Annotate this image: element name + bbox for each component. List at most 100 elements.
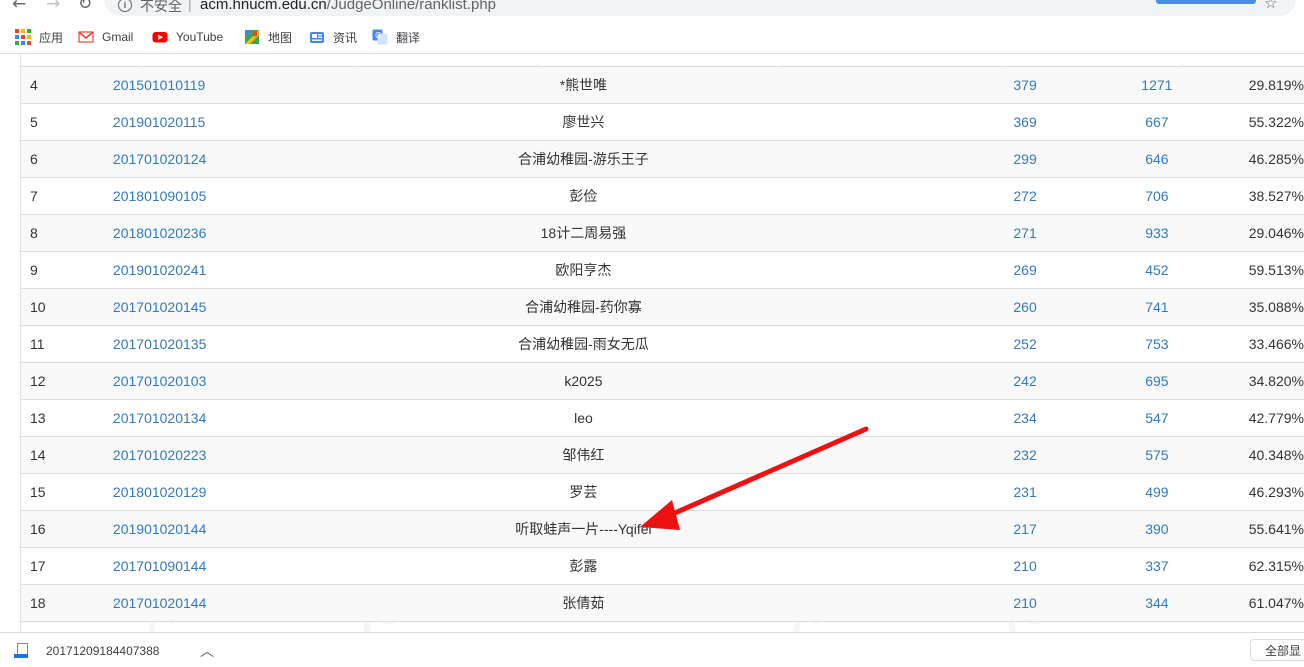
submit-link[interactable]: 337 bbox=[1103, 547, 1211, 585]
solved-link[interactable]: 269 bbox=[857, 251, 1104, 289]
ratio-cell: 38.527% bbox=[1210, 177, 1304, 215]
nickname-cell: *熊世唯 bbox=[309, 66, 858, 104]
solved-link[interactable]: 379 bbox=[857, 66, 1104, 104]
table-row: 18 201701020144 张倩茹 210 344 61.047% bbox=[21, 584, 1304, 622]
table-row: 5 201901020115 廖世兴 369 667 55.322% bbox=[21, 103, 1304, 141]
table-row: 11 201701020135 合浦幼稚园-雨女无瓜 252 753 33.466% bbox=[21, 325, 1304, 363]
download-shelf: 20171209184407388 ︿ 全部显 bbox=[0, 632, 1304, 667]
solved-link[interactable]: 271 bbox=[857, 214, 1104, 252]
nickname-cell: 邹伟红 bbox=[309, 436, 858, 474]
solved-link[interactable]: 210 bbox=[857, 547, 1104, 585]
user-id-link[interactable]: 201901020115 bbox=[112, 103, 310, 141]
bookmarks-bar: 应用 Gmail YouTube 地图 资讯 G 翻译 bbox=[0, 20, 1304, 54]
back-arrow-icon[interactable]: ← bbox=[12, 0, 26, 14]
reload-icon[interactable]: ↻ bbox=[78, 0, 92, 14]
user-id-link[interactable]: 201701020144 bbox=[112, 584, 310, 622]
submit-link[interactable]: 706 bbox=[1103, 177, 1211, 215]
rank-cell: 16 bbox=[21, 510, 113, 548]
nickname-cell: 合浦幼稚园-雨女无瓜 bbox=[309, 325, 858, 363]
solved-link[interactable]: 252 bbox=[857, 325, 1104, 363]
table-row: 8 201801020236 18计二周易强 271 933 29.046% bbox=[21, 214, 1304, 252]
bookmark-news[interactable]: 资讯 bbox=[309, 28, 357, 46]
rank-cell: 17 bbox=[21, 547, 113, 585]
solved-link[interactable]: 260 bbox=[857, 288, 1104, 326]
user-id-link[interactable]: 201701020124 bbox=[112, 140, 310, 178]
submit-link[interactable]: 646 bbox=[1103, 140, 1211, 178]
bookmark-label: 应用 bbox=[39, 30, 64, 45]
ratio-cell: 46.285% bbox=[1210, 140, 1304, 178]
apps-grid-icon bbox=[15, 29, 31, 45]
submit-link[interactable]: 547 bbox=[1103, 399, 1211, 437]
user-id-link[interactable]: 201701020134 bbox=[112, 399, 310, 437]
user-id-link[interactable]: 201801020129 bbox=[112, 473, 310, 511]
table-row: 15 201801020129 罗芸 231 499 46.293% bbox=[21, 473, 1304, 511]
user-id-link[interactable]: 201701020135 bbox=[112, 325, 310, 363]
submit-link[interactable]: 344 bbox=[1103, 584, 1211, 622]
submit-link[interactable]: 390 bbox=[1103, 510, 1211, 548]
user-id-link[interactable]: 201801090105 bbox=[112, 177, 310, 215]
submit-link[interactable]: 1271 bbox=[1103, 66, 1211, 104]
nickname-cell: 18计二周易强 bbox=[309, 214, 858, 252]
user-id-link[interactable]: 201701020103 bbox=[112, 362, 310, 400]
rank-cell: 14 bbox=[21, 436, 113, 474]
user-id-link[interactable]: 201701020223 bbox=[112, 436, 310, 474]
ratio-cell: 40.348% bbox=[1210, 436, 1304, 474]
user-id-link[interactable]: 201901020144 bbox=[112, 510, 310, 548]
user-id-link[interactable]: 201801020236 bbox=[112, 214, 310, 252]
submit-link[interactable]: 667 bbox=[1103, 103, 1211, 141]
solved-link[interactable]: 210 bbox=[857, 584, 1104, 622]
nickname-cell: 彭俭 bbox=[309, 177, 858, 215]
solved-link[interactable]: 299 bbox=[857, 140, 1104, 178]
file-icon bbox=[14, 643, 28, 659]
chevron-up-icon[interactable]: ︿ bbox=[200, 641, 214, 661]
solved-link[interactable]: 231 bbox=[857, 473, 1104, 511]
user-id-link[interactable]: 201701020145 bbox=[112, 288, 310, 326]
security-label[interactable]: 不安全 bbox=[140, 0, 182, 16]
ratio-cell: 61.047% bbox=[1210, 584, 1304, 622]
table-row: 9 201901020241 欧阳亨杰 269 452 59.513% bbox=[21, 251, 1304, 289]
submit-link[interactable]: 499 bbox=[1103, 473, 1211, 511]
bookmark-youtube[interactable]: YouTube bbox=[152, 28, 223, 46]
nickname-cell: leo bbox=[309, 399, 858, 437]
solved-link[interactable]: 369 bbox=[857, 103, 1104, 141]
url-host: acm.hnucm.edu.cn bbox=[200, 0, 327, 13]
ratio-cell: 55.322% bbox=[1210, 103, 1304, 141]
translate-icon: G bbox=[372, 29, 388, 45]
download-item[interactable]: 20171209184407388 bbox=[14, 643, 159, 659]
url-path: /JudgeOnline/ranklist.php bbox=[326, 0, 497, 13]
user-id-link[interactable]: 201901020241 bbox=[112, 251, 310, 289]
address-separator: | bbox=[188, 0, 192, 12]
bookmark-gmail[interactable]: Gmail bbox=[78, 28, 133, 46]
submit-link[interactable]: 933 bbox=[1103, 214, 1211, 252]
bookmark-label: 翻译 bbox=[396, 30, 421, 45]
solved-link[interactable]: 242 bbox=[857, 362, 1104, 400]
solved-link[interactable]: 232 bbox=[857, 436, 1104, 474]
submit-link[interactable]: 452 bbox=[1103, 251, 1211, 289]
rank-cell: 8 bbox=[21, 214, 113, 252]
table-row: 17 201701090144 彭露 210 337 62.315% bbox=[21, 547, 1304, 585]
bookmark-star-icon[interactable]: ☆ bbox=[1264, 0, 1277, 12]
submit-link[interactable]: 741 bbox=[1103, 288, 1211, 326]
table-row: 14 201701020223 邹伟红 232 575 40.348% bbox=[21, 436, 1304, 474]
extension-button[interactable] bbox=[1156, 0, 1256, 4]
submit-link[interactable]: 575 bbox=[1103, 436, 1211, 474]
info-icon[interactable]: i bbox=[118, 0, 132, 12]
solved-link[interactable]: 217 bbox=[857, 510, 1104, 548]
submit-link[interactable]: 753 bbox=[1103, 325, 1211, 363]
user-id-link[interactable]: 201701090144 bbox=[112, 547, 310, 585]
url-text[interactable]: acm.hnucm.edu.cn/JudgeOnline/ranklist.ph… bbox=[200, 0, 496, 13]
ratio-cell: 35.088% bbox=[1210, 288, 1304, 326]
bookmark-apps[interactable]: 应用 bbox=[15, 28, 63, 46]
solved-link[interactable]: 272 bbox=[857, 177, 1104, 215]
bookmark-maps[interactable]: 地图 bbox=[244, 28, 292, 46]
submit-link[interactable]: 695 bbox=[1103, 362, 1211, 400]
bookmark-translate[interactable]: G 翻译 bbox=[372, 28, 420, 46]
bookmark-label: YouTube bbox=[176, 30, 224, 44]
user-id-link[interactable]: 201501010119 bbox=[112, 66, 310, 104]
forward-arrow-icon[interactable]: → bbox=[46, 0, 60, 14]
address-bar[interactable]: i 不安全 | acm.hnucm.edu.cn/JudgeOnline/ran… bbox=[104, 0, 1296, 16]
show-all-button[interactable]: 全部显 bbox=[1250, 639, 1304, 661]
table-row: 10 201701020145 合浦幼稚园-药你寡 260 741 35.088% bbox=[21, 288, 1304, 326]
solved-link[interactable]: 234 bbox=[857, 399, 1104, 437]
rank-cell: 9 bbox=[21, 251, 113, 289]
